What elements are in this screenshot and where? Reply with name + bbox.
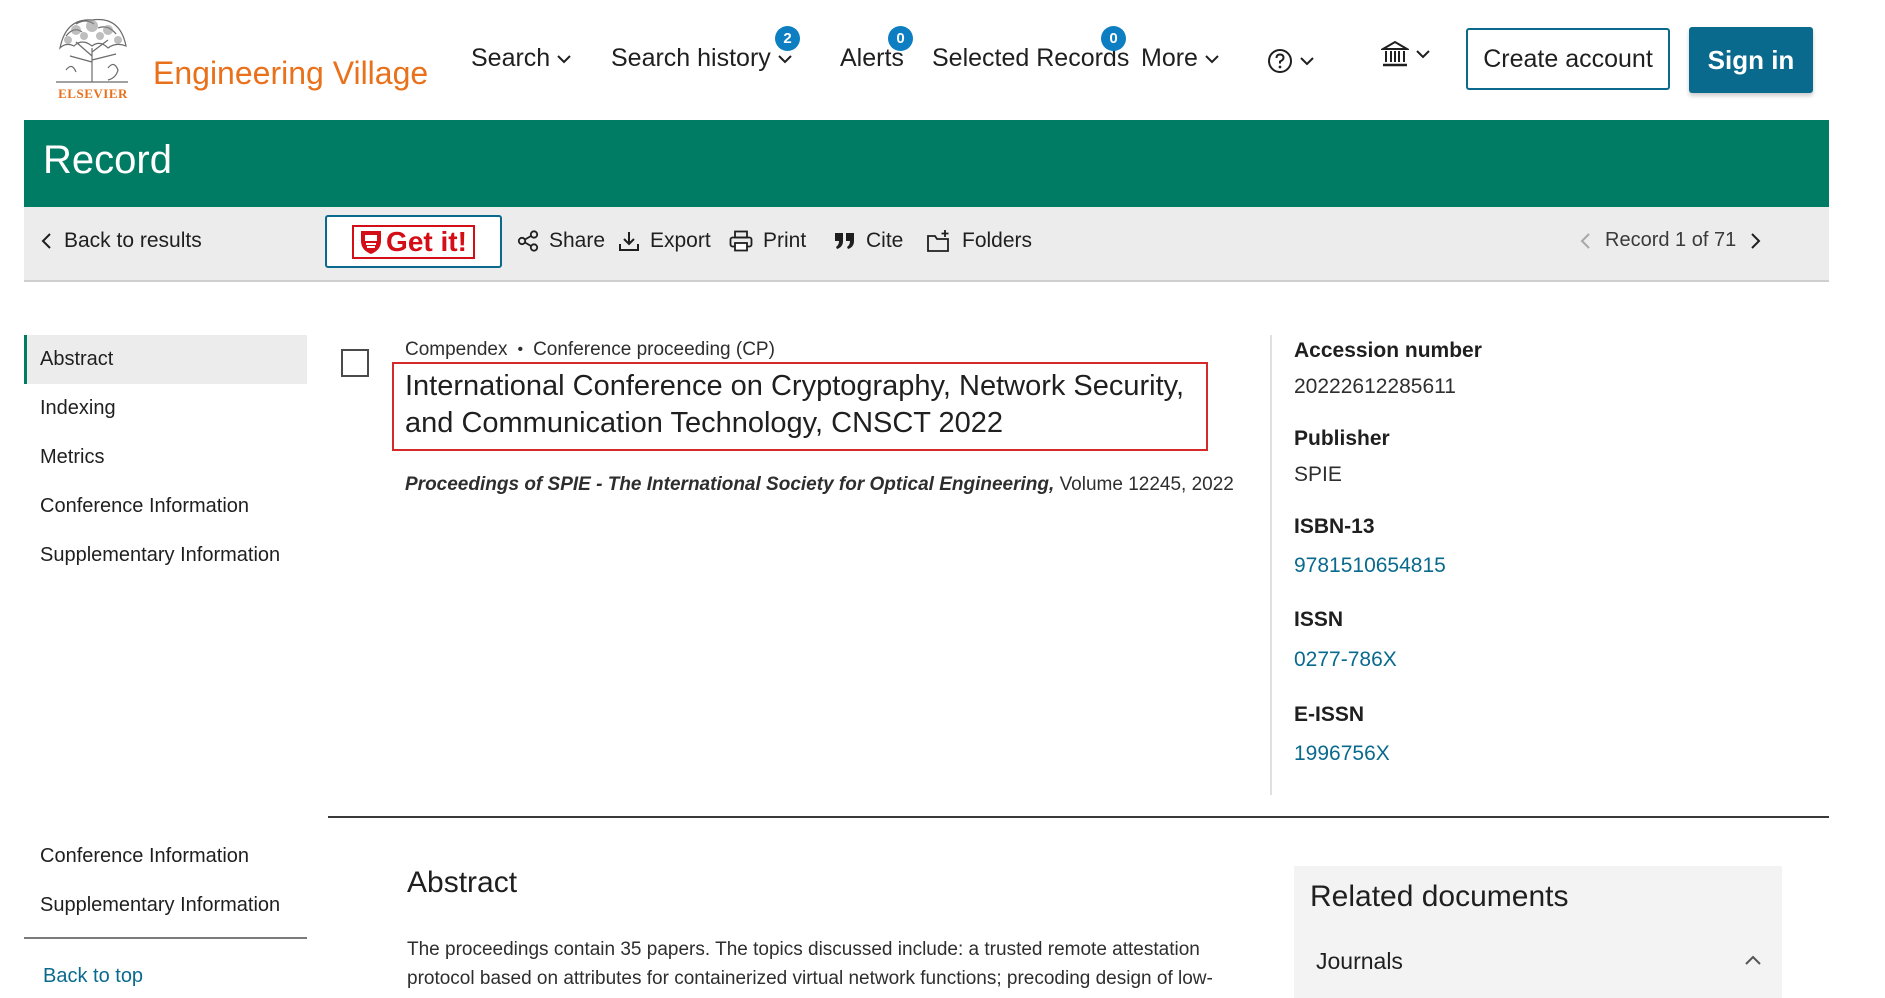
chevron-down-icon — [1205, 54, 1219, 63]
eissn-label: E-ISSN — [1294, 703, 1365, 726]
record-pagination: Record 1 of 71 — [1579, 229, 1762, 252]
publisher-value: SPIE — [1294, 463, 1342, 486]
printer-icon — [729, 230, 753, 252]
chevron-left-icon — [41, 233, 51, 249]
help-circle-icon — [1268, 49, 1292, 73]
document-type: Conference proceeding (CP) — [533, 339, 775, 360]
sidebar-item-supplementary-information-lower[interactable]: Supplementary Information — [24, 881, 307, 930]
content-divider — [328, 816, 1829, 818]
nav-selected-records-label: Selected Records — [932, 44, 1130, 72]
eissn-link[interactable]: 1996756X — [1294, 742, 1390, 766]
chevron-right-icon[interactable] — [1748, 232, 1762, 250]
nav-more-label: More — [1141, 44, 1198, 72]
export-button[interactable]: Export — [618, 229, 711, 253]
issn-label: ISSN — [1294, 608, 1344, 631]
cite-button[interactable]: Cite — [834, 229, 903, 253]
brand-name[interactable]: Engineering Village — [153, 55, 428, 92]
quote-icon — [835, 233, 854, 249]
nav-search-history[interactable]: Search history — [611, 44, 793, 73]
search-history-count-badge: 2 — [775, 26, 800, 51]
record-toolbar: Back to results Get it! Share Export Pri… — [24, 207, 1829, 282]
nav-search-history-label: Search history — [611, 44, 771, 72]
nav-search[interactable]: Search — [471, 44, 572, 73]
abstract-heading: Abstract — [407, 866, 518, 899]
details-divider — [1270, 335, 1272, 795]
chevron-down-icon — [1300, 57, 1314, 66]
related-documents-panel: Related documents Journals — [1294, 866, 1782, 998]
record-section-nav: Abstract Indexing Metrics Conference Inf… — [24, 335, 307, 580]
institution-icon — [1381, 40, 1409, 67]
sidebar-item-abstract[interactable]: Abstract — [24, 335, 307, 384]
nav-more[interactable]: More — [1141, 44, 1220, 73]
source-title[interactable]: Proceedings of SPIE - The International … — [405, 474, 1054, 495]
folders-button[interactable]: Folders — [926, 229, 1032, 253]
university-shield-icon — [361, 230, 382, 254]
elsevier-logo[interactable]: ELSEVIER — [46, 12, 138, 101]
folders-label: Folders — [962, 229, 1033, 252]
related-journals-toggle[interactable]: Journals — [1316, 948, 1403, 975]
accession-number-label: Accession number — [1294, 339, 1482, 362]
nav-search-label: Search — [471, 44, 551, 72]
record-meta: Compendex • Conference proceeding (CP) — [405, 339, 775, 361]
lower-section-nav: Conference Information Supplementary Inf… — [24, 832, 307, 939]
sidebar-item-indexing[interactable]: Indexing — [24, 384, 307, 433]
issn-link[interactable]: 0277-786X — [1294, 648, 1397, 672]
isbn-link[interactable]: 9781510654815 — [1294, 554, 1446, 578]
back-to-results-link[interactable]: Back to results — [40, 229, 202, 253]
select-record-checkbox[interactable] — [341, 349, 369, 377]
export-label: Export — [650, 229, 711, 252]
share-button[interactable]: Share — [517, 229, 605, 253]
back-to-results-label: Back to results — [64, 229, 202, 252]
chevron-left-icon[interactable] — [1579, 232, 1593, 250]
isbn-label: ISBN-13 — [1294, 515, 1375, 538]
share-label: Share — [549, 229, 606, 252]
institution-menu-button[interactable] — [1381, 40, 1431, 68]
database-name: Compendex — [405, 339, 508, 360]
selected-records-count-badge: 0 — [1101, 26, 1126, 51]
download-icon — [619, 232, 639, 251]
chevron-up-icon[interactable] — [1744, 954, 1762, 966]
sidebar-divider — [24, 937, 307, 939]
chevron-down-icon — [778, 54, 792, 63]
top-header: ELSEVIER Engineering Village Search Sear… — [0, 0, 1885, 120]
cite-label: Cite — [866, 229, 904, 252]
record-source: Proceedings of SPIE - The International … — [405, 474, 1234, 496]
record-position: Record 1 of 71 — [1605, 229, 1737, 251]
help-menu-button[interactable] — [1267, 48, 1315, 74]
source-volume-year: Volume 12245, 2022 — [1059, 474, 1234, 495]
print-label: Print — [763, 229, 807, 252]
get-it-badge: Get it! — [352, 224, 475, 259]
chevron-down-icon — [557, 54, 571, 63]
elsevier-wordmark: ELSEVIER — [58, 86, 128, 101]
get-it-label: Get it! — [386, 225, 467, 257]
record-banner: Record — [24, 120, 1829, 207]
print-button[interactable]: Print — [729, 229, 806, 253]
alerts-count-badge: 0 — [888, 26, 913, 51]
back-to-top-link[interactable]: Back to top — [43, 965, 143, 988]
create-account-button[interactable]: Create account — [1466, 28, 1670, 90]
share-icon — [517, 230, 539, 252]
nav-selected-records[interactable]: Selected Records — [932, 44, 1129, 73]
chevron-down-icon — [1416, 50, 1430, 59]
folder-add-icon — [927, 230, 949, 252]
meta-separator: • — [517, 341, 524, 358]
elsevier-tree-icon — [46, 12, 138, 86]
get-it-button[interactable]: Get it! — [325, 215, 502, 268]
sign-in-button[interactable]: Sign in — [1689, 27, 1813, 93]
sidebar-item-metrics[interactable]: Metrics — [24, 433, 307, 482]
page-title: Record — [43, 138, 172, 182]
sidebar-item-conference-information-lower[interactable]: Conference Information — [24, 832, 307, 881]
publisher-label: Publisher — [1294, 427, 1390, 450]
abstract-text: The proceedings contain 35 papers. The t… — [407, 939, 1213, 989]
sidebar-item-supplementary-information[interactable]: Supplementary Information — [24, 531, 307, 580]
related-documents-title: Related documents — [1310, 880, 1569, 913]
record-title: International Conference on Cryptography… — [405, 370, 1185, 439]
sidebar-item-conference-information[interactable]: Conference Information — [24, 482, 307, 531]
accession-number-value: 20222612285611 — [1294, 375, 1456, 398]
